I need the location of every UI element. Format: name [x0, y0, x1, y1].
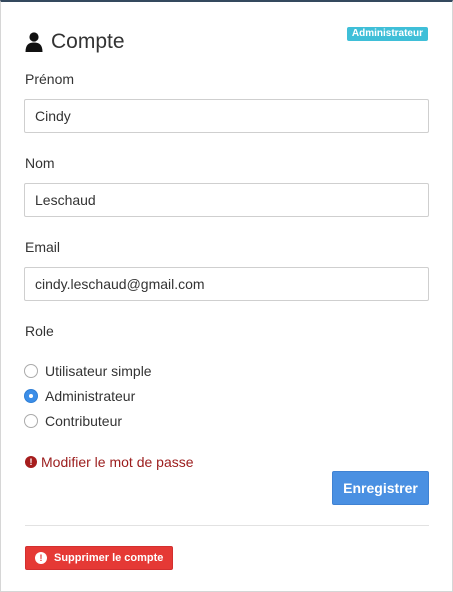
email-field[interactable]	[24, 267, 429, 301]
account-panel: Compte Administrateur Prénom Nom Email R…	[0, 0, 453, 592]
delete-account-label: Supprimer le compte	[54, 552, 164, 564]
delete-account-button[interactable]: ! Supprimer le compte	[25, 546, 174, 570]
save-button[interactable]: Enregistrer	[332, 471, 429, 505]
panel-header: Compte	[25, 30, 125, 54]
last-name-field[interactable]	[24, 183, 429, 217]
role-label: Role	[25, 323, 54, 339]
page-title: Compte	[51, 30, 125, 53]
role-option-utilisateur-simple[interactable]: Utilisateur simple	[24, 363, 152, 379]
role-option-label: Utilisateur simple	[45, 363, 152, 379]
role-option-contributeur[interactable]: Contributeur	[24, 413, 122, 429]
exclamation-circle-icon: !	[25, 456, 37, 468]
role-option-administrateur[interactable]: Administrateur	[24, 388, 135, 404]
radio-unchecked-icon[interactable]	[24, 364, 38, 378]
role-option-label: Contributeur	[45, 413, 123, 429]
divider	[25, 525, 429, 526]
change-password-link[interactable]: ! Modifier le mot de passe	[25, 454, 194, 470]
change-password-label: Modifier le mot de passe	[41, 454, 194, 470]
exclamation-circle-icon: !	[35, 552, 47, 564]
role-option-label: Administrateur	[45, 388, 136, 404]
last-name-label: Nom	[25, 155, 55, 171]
role-badge: Administrateur	[346, 27, 428, 41]
user-icon	[25, 32, 43, 52]
email-label: Email	[25, 239, 61, 255]
radio-unchecked-icon[interactable]	[24, 414, 38, 428]
first-name-label: Prénom	[25, 71, 75, 87]
first-name-field[interactable]	[24, 99, 429, 133]
radio-checked-icon[interactable]	[24, 389, 38, 403]
